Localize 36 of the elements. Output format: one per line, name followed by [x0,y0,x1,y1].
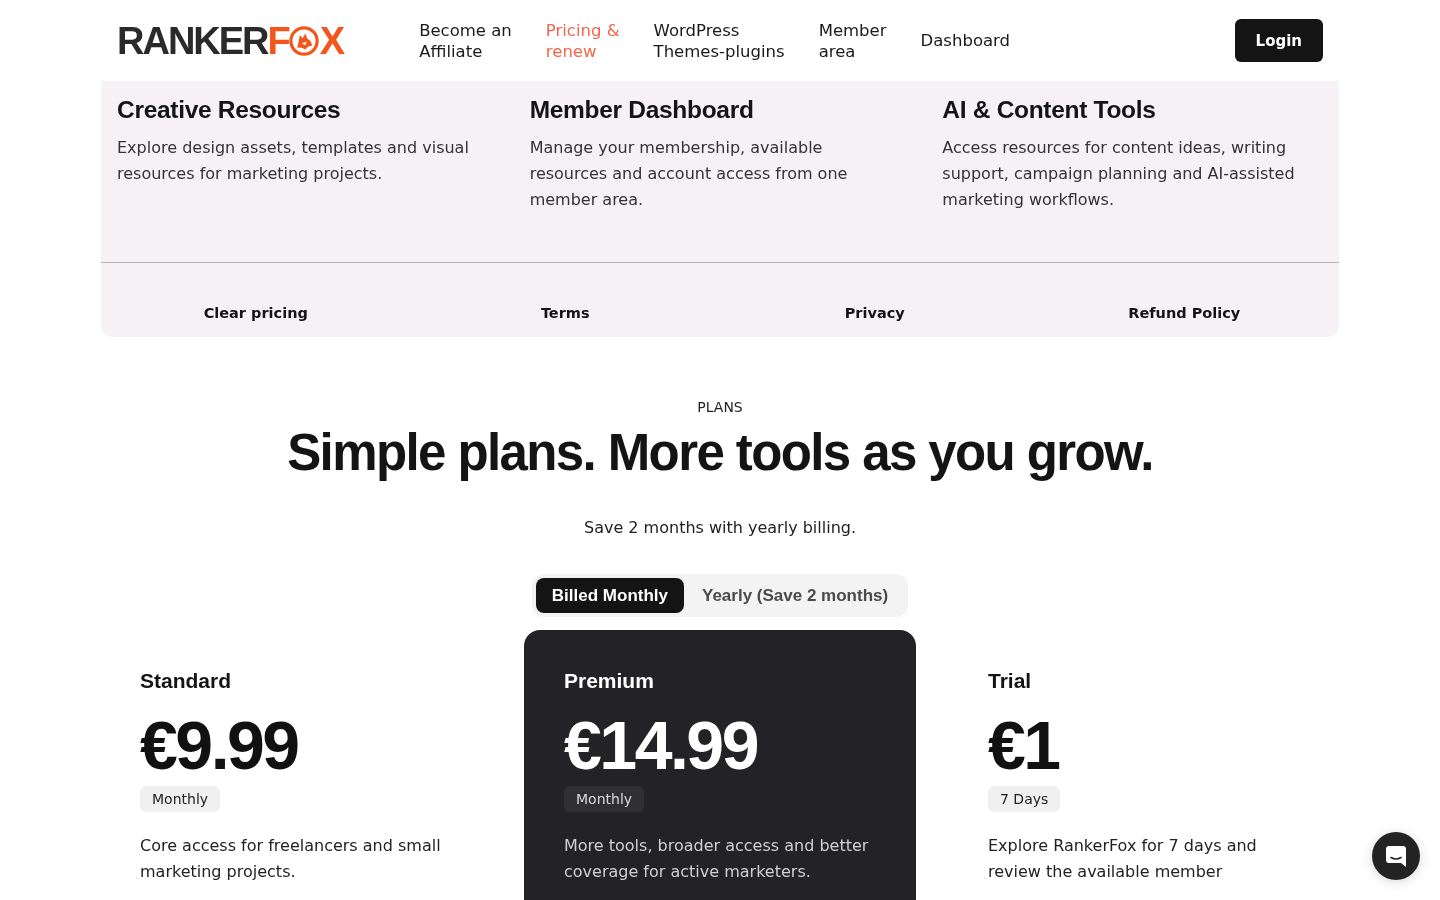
plan-name: Standard [140,668,231,694]
footer-link[interactable]: Privacy [844,303,905,323]
price-text: €14.99 [564,710,757,780]
chat-button[interactable] [1372,832,1420,880]
period-badge: Monthly [564,786,645,812]
subtitle-text: Save 2 months with yearly billing. [584,517,856,539]
period-badge: 7 Days [988,786,1061,812]
plan-description: More tools, broader access and better coverage for active marketers. [564,835,870,883]
login-button[interactable]: Login [1234,19,1323,62]
nav-link[interactable]: Become an Affiliate [419,19,512,62]
plans-heading: Simple plans. More tools as you grow. [287,425,1153,481]
nav-link[interactable]: WordPress Themes-plugins [653,19,785,62]
price-text: €1 [988,710,1059,780]
footer-link[interactable]: Refund Policy [1128,303,1241,323]
section-heading: Creative Resources [117,95,341,125]
period-badge: Monthly [140,786,221,812]
plan-description: Explore RankerFox for 7 days and review the available member [988,835,1258,883]
nav-link[interactable]: Member area [818,19,887,62]
footer-link[interactable]: Clear pricing [203,303,308,323]
price-text: €9.99 [140,710,298,780]
section-heading: Member Dashboard [529,95,754,125]
billing-option[interactable]: Billed Monthly [535,578,684,613]
plan-name: Premium [564,668,654,694]
eyebrow-text: PLANS [697,398,743,417]
fox-icon [288,25,319,56]
section-description: Manage your membership, available resources and account access from one member area. [529,137,849,211]
section-description: Access resources for content ideas, writing support, campaign planning and AI-assisted marketing workflows. [942,137,1296,211]
logo-link[interactable]: RANKERF X [117,23,344,58]
chat-bubble-icon [1385,844,1407,868]
plan-description: Core access for freelancers and small marketing projects. [140,835,442,883]
footer-link[interactable]: Terms [540,303,590,323]
section-description: Explore design assets, templates and visual resources for marketing projects. [117,137,470,185]
section-heading: AI & Content Tools [942,95,1156,125]
plan-name: Trial [988,668,1032,694]
nav-link[interactable]: Dashboard [920,30,1011,51]
billing-option[interactable]: Yearly (Save 2 months) [686,578,905,613]
